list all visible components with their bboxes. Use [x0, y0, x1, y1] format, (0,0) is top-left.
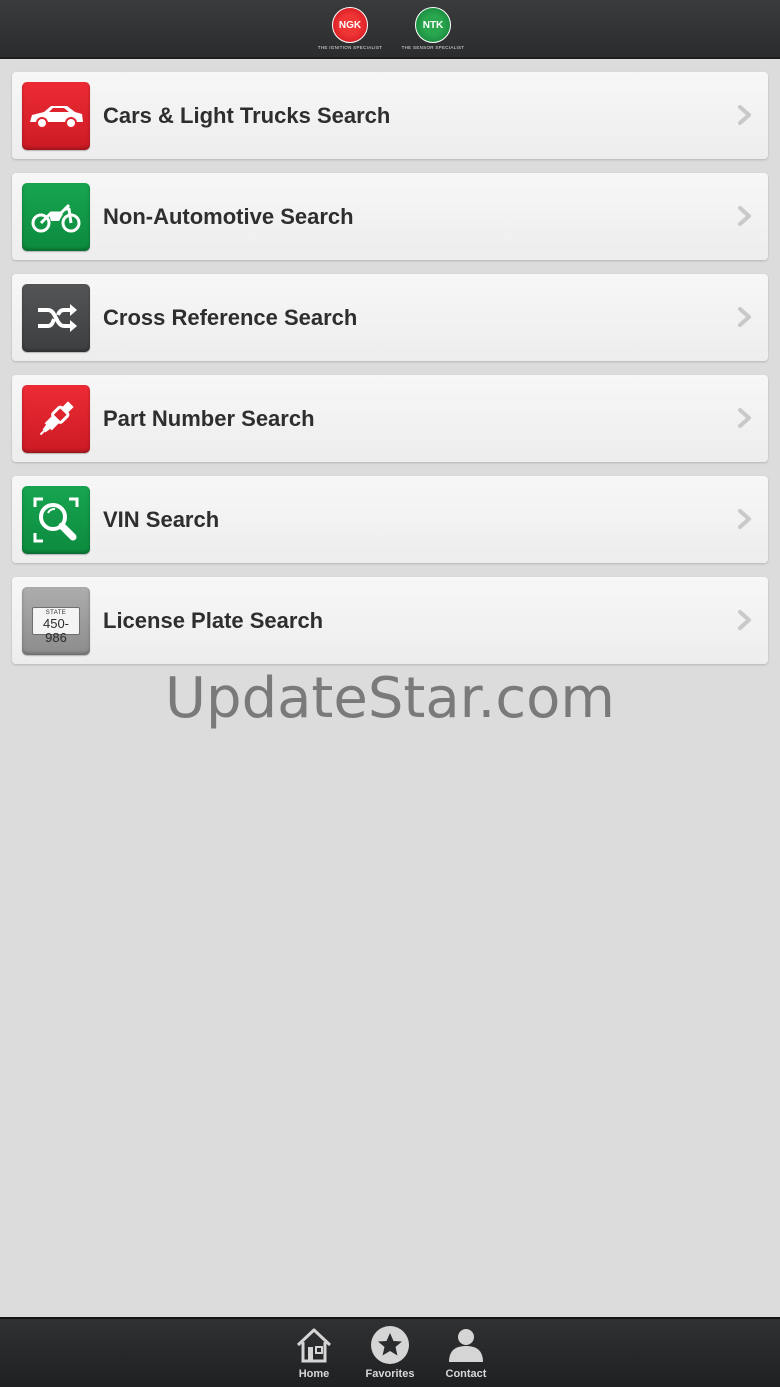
- menu-item-label: Non-Automotive Search: [103, 204, 354, 229]
- magnifier-icon: [22, 486, 90, 554]
- car-icon: [22, 82, 90, 150]
- menu-item-label: Cars & Light Trucks Search: [103, 103, 391, 128]
- menu-item-license-plate-search[interactable]: STATE 450-986 License Plate Search: [12, 577, 768, 664]
- menu-item-vin-search[interactable]: VIN Search: [12, 476, 768, 563]
- chevron-right-icon: [738, 307, 751, 327]
- license-plate: STATE 450-986: [32, 607, 80, 645]
- menu-item-label: Cross Reference Search: [103, 305, 358, 330]
- cross-arrows-icon: [22, 284, 90, 352]
- chevron-right-icon: [738, 610, 751, 630]
- ntk-logo-mark: NTK: [415, 7, 451, 43]
- tab-contact[interactable]: Contact: [431, 1325, 501, 1383]
- ngk-logo-mark: NGK: [332, 7, 368, 43]
- tab-label: Contact: [445, 1368, 487, 1380]
- plate-number-text: 450-986: [42, 616, 70, 645]
- person-icon: [449, 1329, 483, 1362]
- motorcycle-icon: [22, 183, 90, 251]
- menu-item-label: License Plate Search: [103, 608, 324, 633]
- ntk-logo: NTK THE SENSOR SPECIALIST: [395, 7, 471, 53]
- chevron-right-icon: [738, 408, 751, 428]
- chevron-right-icon: [738, 509, 751, 529]
- star-icon: [371, 1326, 409, 1364]
- ntk-logo-tagline: THE SENSOR SPECIALIST: [401, 45, 465, 50]
- bottom-tab-bar: Home Favorites Contact: [0, 1317, 780, 1387]
- spark-plug-icon: [22, 385, 90, 453]
- tab-home[interactable]: Home: [279, 1325, 349, 1383]
- menu-item-part-number-search[interactable]: Part Number Search: [12, 375, 768, 462]
- tab-label: Favorites: [365, 1368, 415, 1380]
- menu-item-non-automotive-search[interactable]: Non-Automotive Search: [12, 173, 768, 260]
- chevron-right-icon: [738, 105, 751, 125]
- home-icon: [296, 1328, 332, 1363]
- tab-label: Home: [298, 1368, 330, 1380]
- chevron-right-icon: [738, 206, 751, 226]
- license-plate-icon: STATE 450-986: [22, 587, 90, 655]
- menu-item-cars-light-trucks-search[interactable]: Cars & Light Trucks Search: [12, 72, 768, 159]
- ngk-logo-tagline: THE IGNITION SPECIALIST: [317, 45, 383, 50]
- ngk-logo: NGK THE IGNITION SPECIALIST: [312, 7, 388, 53]
- menu-item-label: VIN Search: [103, 507, 220, 532]
- header-bar: NGK THE IGNITION SPECIALIST NTK THE SENS…: [0, 0, 780, 59]
- tab-favorites[interactable]: Favorites: [355, 1325, 425, 1383]
- menu-item-label: Part Number Search: [103, 406, 315, 431]
- watermark-text: UpdateStar.com: [165, 666, 615, 731]
- menu-item-cross-reference-search[interactable]: Cross Reference Search: [12, 274, 768, 361]
